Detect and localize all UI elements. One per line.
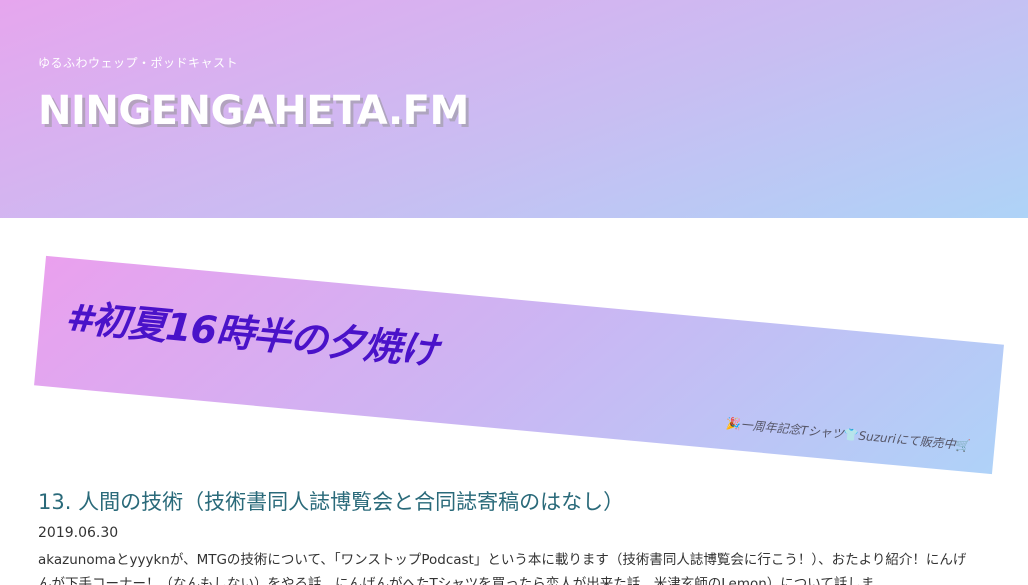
promo-text-after: Suzuriにて販売中 [857,428,957,452]
site-title-link[interactable]: NINGENGAHETA.FM [38,88,469,134]
post-excerpt: akazunomaとyyyknが、MTGの技術について、「ワンストップPodca… [38,552,967,585]
post-date: 2019.06.30 [38,525,119,541]
promo-text-before: 一周年記念Tシャツ [740,417,845,442]
site-header: ゆるふわウェップ・ポッドキャスト NINGENGAHETA.FM [0,0,1028,218]
banner-title: #初夏16時半の夕焼け [64,295,440,374]
site-tagline: ゆるふわウェップ・ポッドキャスト [38,56,239,70]
shopping-cart-icon: 🛒 [954,437,972,454]
post-title-link[interactable]: 13. 人間の技術（技術書同人誌博覧会と合同誌寄稿のはなし） [38,486,624,516]
tshirt-icon: 👕 [843,427,860,443]
promo-banner[interactable]: #初夏16時半の夕焼け 🎉一周年記念Tシャツ👕Suzuriにて販売中🛒 [34,255,1004,475]
banner-promo-text[interactable]: 🎉一周年記念Tシャツ👕Suzuriにて販売中🛒 [725,414,971,454]
